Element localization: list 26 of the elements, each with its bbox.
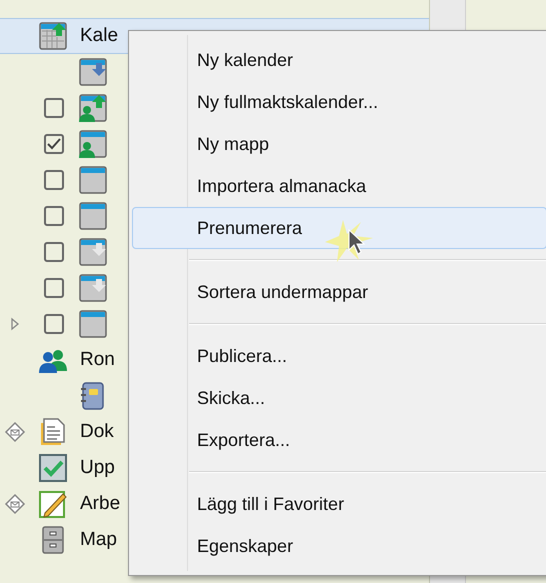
checkbox[interactable] bbox=[44, 170, 64, 190]
folder-label: Map bbox=[80, 528, 117, 552]
folder-label: Upp bbox=[80, 456, 115, 480]
checkmark-icon bbox=[47, 138, 61, 150]
menu-item[interactable]: Egenskaper bbox=[132, 525, 546, 567]
menu-item[interactable]: Lägg till i Favoriter bbox=[132, 483, 546, 525]
checkbox[interactable] bbox=[44, 98, 64, 118]
checkbox[interactable] bbox=[44, 206, 64, 226]
folder-label: Ron bbox=[80, 348, 115, 372]
menu-item[interactable]: Ny fullmaktskalender... bbox=[132, 81, 546, 123]
expand-arrow-icon[interactable] bbox=[10, 317, 20, 331]
menu-item[interactable]: Ny kalender bbox=[132, 39, 546, 81]
menu-item[interactable]: Exportera... bbox=[132, 419, 546, 461]
calendar-icon bbox=[38, 21, 68, 51]
menu-item[interactable]: Skicka... bbox=[132, 377, 546, 419]
folder-label: Arbe bbox=[80, 492, 120, 516]
checkbox[interactable] bbox=[44, 278, 64, 298]
folder-label: Dok bbox=[80, 420, 114, 444]
checkbox[interactable] bbox=[44, 242, 64, 262]
checkbox[interactable] bbox=[44, 134, 64, 154]
checkbox[interactable] bbox=[44, 314, 64, 334]
menu-item[interactable]: Sortera undermappar bbox=[132, 271, 546, 313]
menu-item[interactable]: Ny mapp bbox=[132, 123, 546, 165]
folder-label: Kale bbox=[80, 24, 118, 48]
menu-item[interactable]: Publicera... bbox=[132, 335, 546, 377]
menu-item[interactable]: Importera almanacka bbox=[132, 165, 546, 207]
